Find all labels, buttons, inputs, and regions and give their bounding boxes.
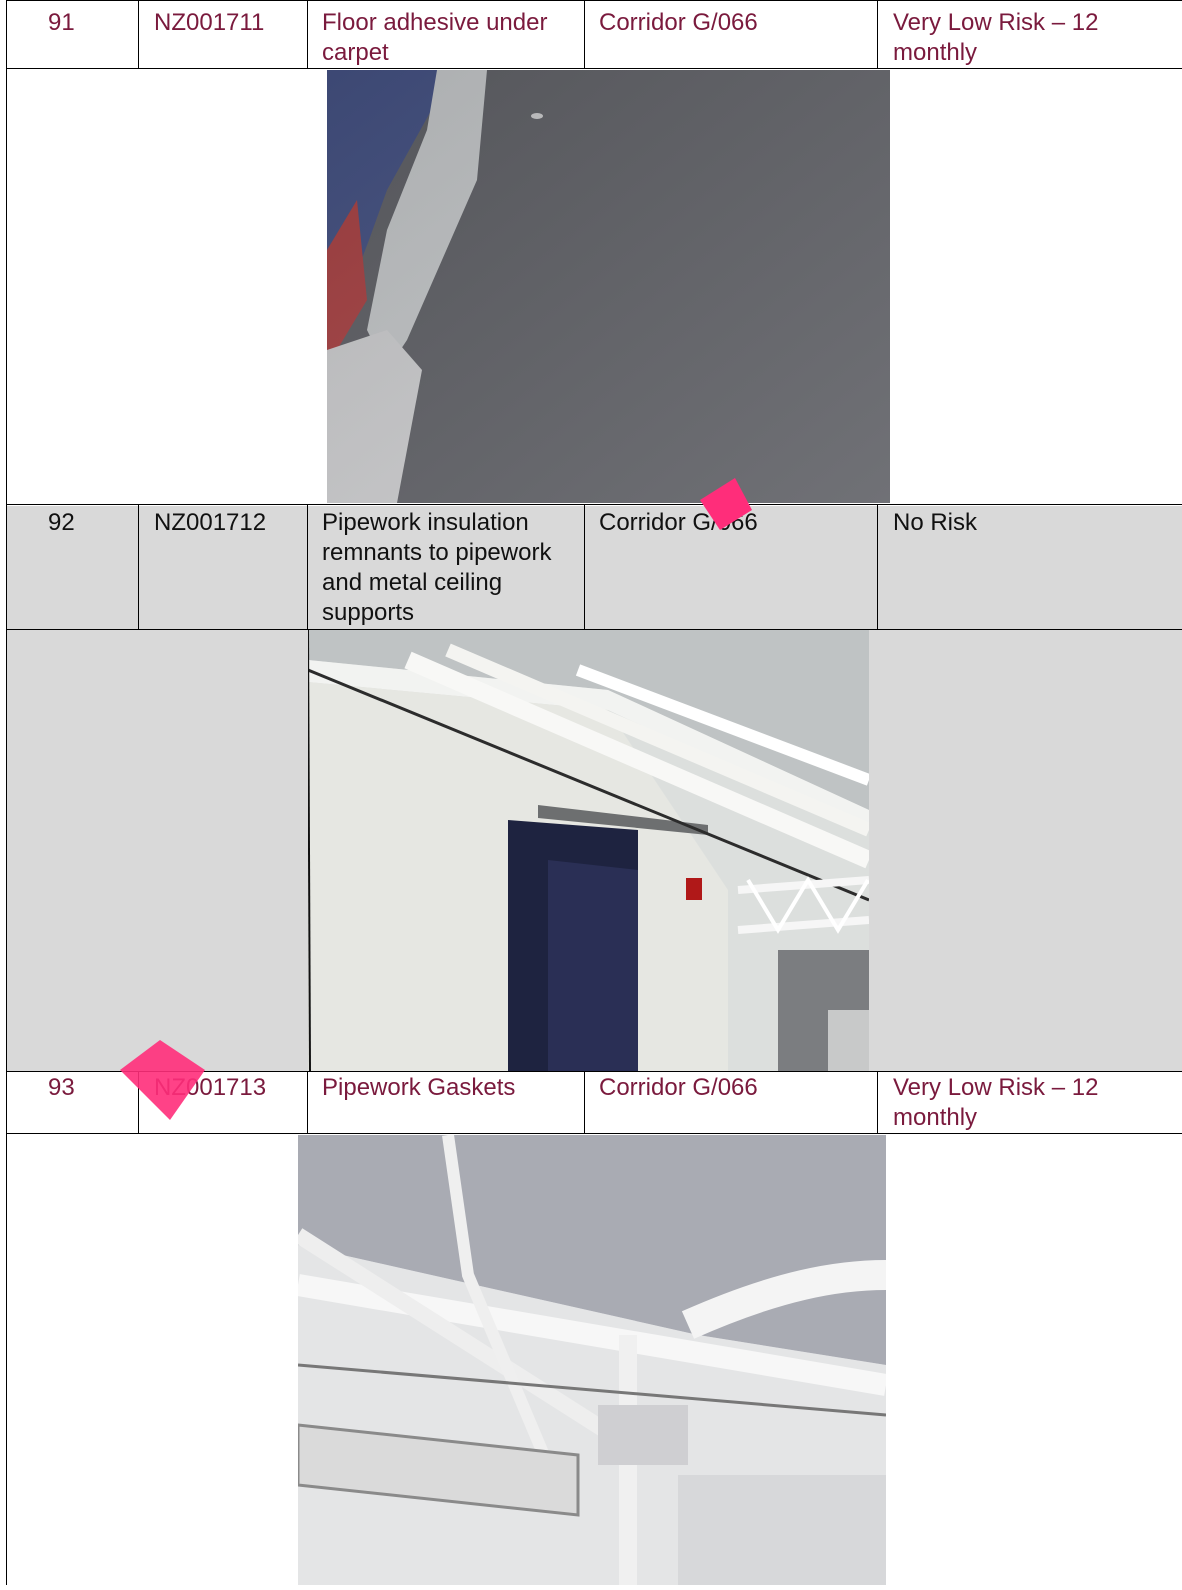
item-description: Pipework insulation remnants to pipework… [322, 509, 552, 626]
table-border [6, 1071, 1182, 1072]
item-location: Corridor G/066 [599, 1074, 758, 1101]
carpet-floor-photo [327, 70, 890, 503]
ceiling-pipework-photo [308, 630, 869, 1072]
table-border [6, 0, 7, 1585]
table-border [6, 68, 1182, 69]
item-number: 91 [48, 9, 75, 36]
item-number: 93 [48, 1074, 75, 1101]
item-risk: Very Low Risk – 12 monthly [893, 9, 1099, 66]
table-border [138, 504, 139, 630]
table-border [877, 1071, 878, 1134]
table-border [877, 0, 878, 69]
item-number: 92 [48, 509, 75, 536]
table-border [584, 1071, 585, 1134]
table-border [6, 1133, 1182, 1134]
table-border [6, 0, 1182, 1]
item-location: Corridor G/066 [599, 9, 758, 36]
table-border [307, 1071, 308, 1134]
table-border [307, 504, 308, 630]
table-border [6, 504, 1182, 505]
table-border [307, 0, 308, 69]
table-border [6, 629, 1182, 630]
table-border [138, 1071, 139, 1134]
item-ref: NZ001711 [154, 9, 265, 36]
item-description: Pipework Gaskets [322, 1074, 516, 1101]
survey-table: 91 NZ001711 Floor adhesive under carpet … [6, 0, 1182, 1585]
item-location: Corridor G/066 [599, 509, 758, 536]
item-description: Floor adhesive under carpet [322, 9, 548, 66]
item-risk: Very Low Risk – 12 monthly [893, 1074, 1099, 1131]
item-risk: No Risk [893, 509, 978, 536]
ceiling-gaskets-photo [298, 1135, 886, 1585]
table-border [584, 0, 585, 69]
table-border [138, 0, 139, 69]
table-border [584, 504, 585, 630]
item-ref: NZ001713 [154, 1074, 267, 1101]
table-border [877, 504, 878, 630]
item-ref: NZ001712 [154, 509, 267, 536]
